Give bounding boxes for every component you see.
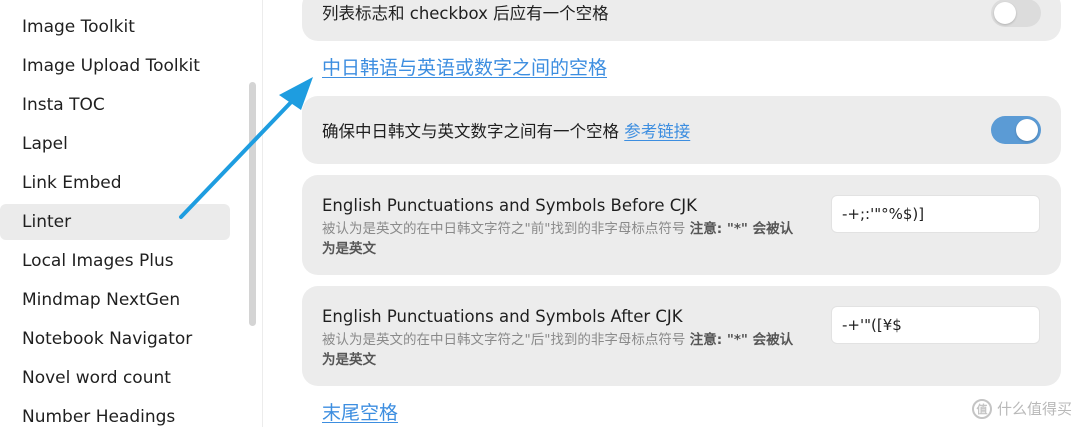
sidebar-item-image-upload-toolkit[interactable]: Image Upload Toolkit (0, 48, 230, 84)
settings-window: Image Toolkit Image Upload Toolkit Insta… (0, 0, 1080, 427)
sidebar-item-mindmap-nextgen[interactable]: Mindmap NextGen (0, 282, 230, 318)
sidebar-item-label: Lapel (22, 134, 68, 154)
sidebar-scrollbar[interactable] (249, 82, 256, 326)
cjk-space-toggle[interactable] (991, 116, 1041, 144)
watermark-logo-icon: 值 (971, 398, 992, 419)
sidebar-item-novel-word-count[interactable]: Novel word count (0, 360, 230, 396)
sidebar-item-notebook-navigator[interactable]: Notebook Navigator (0, 321, 230, 357)
watermark-text: 什么值得买 (996, 400, 1072, 418)
sidebar-item-label: Notebook Navigator (22, 329, 193, 349)
sidebar-item-label: Novel word count (22, 368, 171, 388)
plugin-sidebar: Image Toolkit Image Upload Toolkit Insta… (0, 0, 263, 427)
toggle-knob (1016, 119, 1038, 141)
toggle-knob (994, 2, 1016, 24)
sidebar-item-label: Image Upload Toolkit (22, 56, 200, 76)
setting-card-punct-after-cjk: English Punctuations and Symbols After C… (302, 286, 1061, 386)
sidebar-item-number-headings[interactable]: Number Headings (0, 399, 230, 427)
list-marker-space-toggle[interactable] (991, 0, 1041, 27)
sidebar-item-lapel[interactable]: Lapel (0, 126, 230, 162)
sidebar-item-linter[interactable]: Linter (0, 204, 230, 240)
setting-title: English Punctuations and Symbols Before … (322, 196, 697, 215)
description-text: 被认为是英文的在中日韩文字符之"后"找到的非字母标点符号 (322, 332, 690, 348)
sidebar-item-label: Image Toolkit (22, 17, 135, 37)
sidebar-item-insta-toc[interactable]: Insta TOC (0, 87, 230, 123)
watermark: 值 什么值得买 (971, 398, 1072, 419)
sidebar-item-label: Linter (22, 212, 72, 232)
setting-card-list-marker-space: 列表标志和 checkbox 后应有一个空格 (302, 0, 1061, 41)
reference-link[interactable]: 参考链接 (624, 122, 690, 141)
punct-before-cjk-input[interactable] (831, 195, 1040, 233)
setting-description: 被认为是英文的在中日韩文字符之"后"找到的非字母标点符号 注意: "*" 会被认… (322, 330, 802, 370)
setting-title: English Punctuations and Symbols After C… (322, 307, 683, 326)
punct-after-cjk-input[interactable] (831, 306, 1040, 344)
sidebar-item-label: Mindmap NextGen (22, 290, 181, 310)
setting-title: 确保中日韩文与英文数字之间有一个空格 (322, 122, 619, 141)
sidebar-item-label: Insta TOC (22, 95, 105, 115)
setting-title: 列表标志和 checkbox 后应有一个空格 (322, 4, 609, 23)
sidebar-item-label: Number Headings (22, 407, 176, 427)
sidebar-item-label: Link Embed (22, 173, 122, 193)
setting-title-row: 确保中日韩文与英文数字之间有一个空格 参考链接 (322, 118, 690, 142)
setting-card-punct-before-cjk: English Punctuations and Symbols Before … (302, 175, 1061, 275)
sidebar-item-local-images-plus[interactable]: Local Images Plus (0, 243, 230, 279)
sidebar-item-link-embed[interactable]: Link Embed (0, 165, 230, 201)
sidebar-item-label: Local Images Plus (22, 251, 174, 271)
setting-card-cjk-space: 确保中日韩文与英文数字之间有一个空格 参考链接 (302, 96, 1061, 164)
section-link-trailing-spaces[interactable]: 末尾空格 (322, 398, 398, 425)
setting-description: 被认为是英文的在中日韩文字符之"前"找到的非字母标点符号 注意: "*" 会被认… (322, 219, 802, 259)
sidebar-item-image-toolkit[interactable]: Image Toolkit (0, 9, 230, 45)
settings-panel: 列表标志和 checkbox 后应有一个空格 中日韩语与英语或数字之间的空格 确… (263, 0, 1080, 427)
section-link-cjk-spacing[interactable]: 中日韩语与英语或数字之间的空格 (322, 53, 607, 80)
description-text: 被认为是英文的在中日韩文字符之"前"找到的非字母标点符号 (322, 221, 690, 237)
